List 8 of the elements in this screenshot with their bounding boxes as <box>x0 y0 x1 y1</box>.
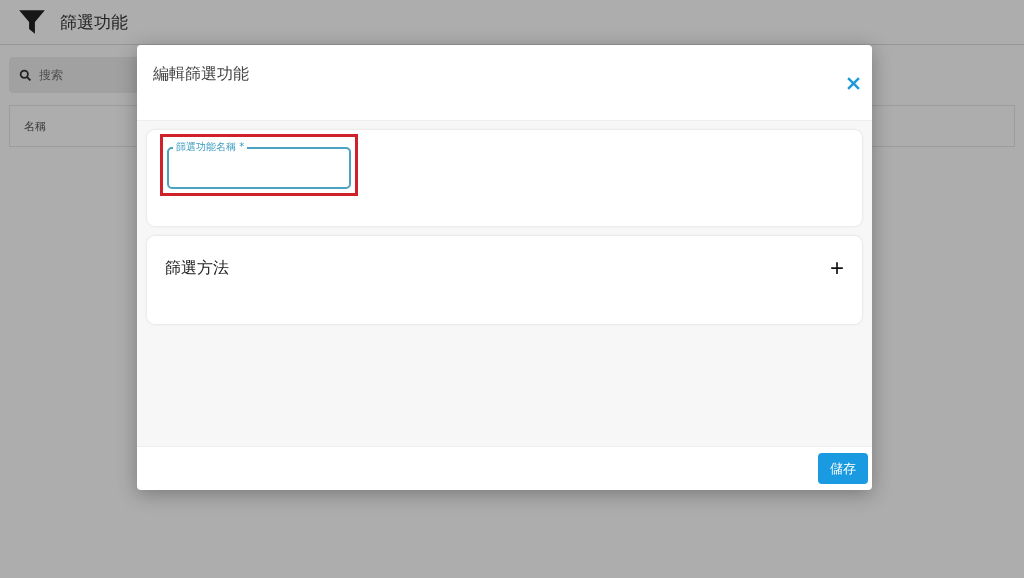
save-button[interactable]: 儲存 <box>818 453 868 484</box>
page-title: 篩選功能 <box>60 10 128 34</box>
dialog-title: 編輯篩選功能 <box>153 64 249 84</box>
filter-icon <box>18 8 46 36</box>
add-button[interactable]: + <box>830 258 844 278</box>
column-header: 名稱 <box>24 118 46 134</box>
section-title: 篩選方法 <box>165 258 229 279</box>
search-icon <box>19 69 32 82</box>
